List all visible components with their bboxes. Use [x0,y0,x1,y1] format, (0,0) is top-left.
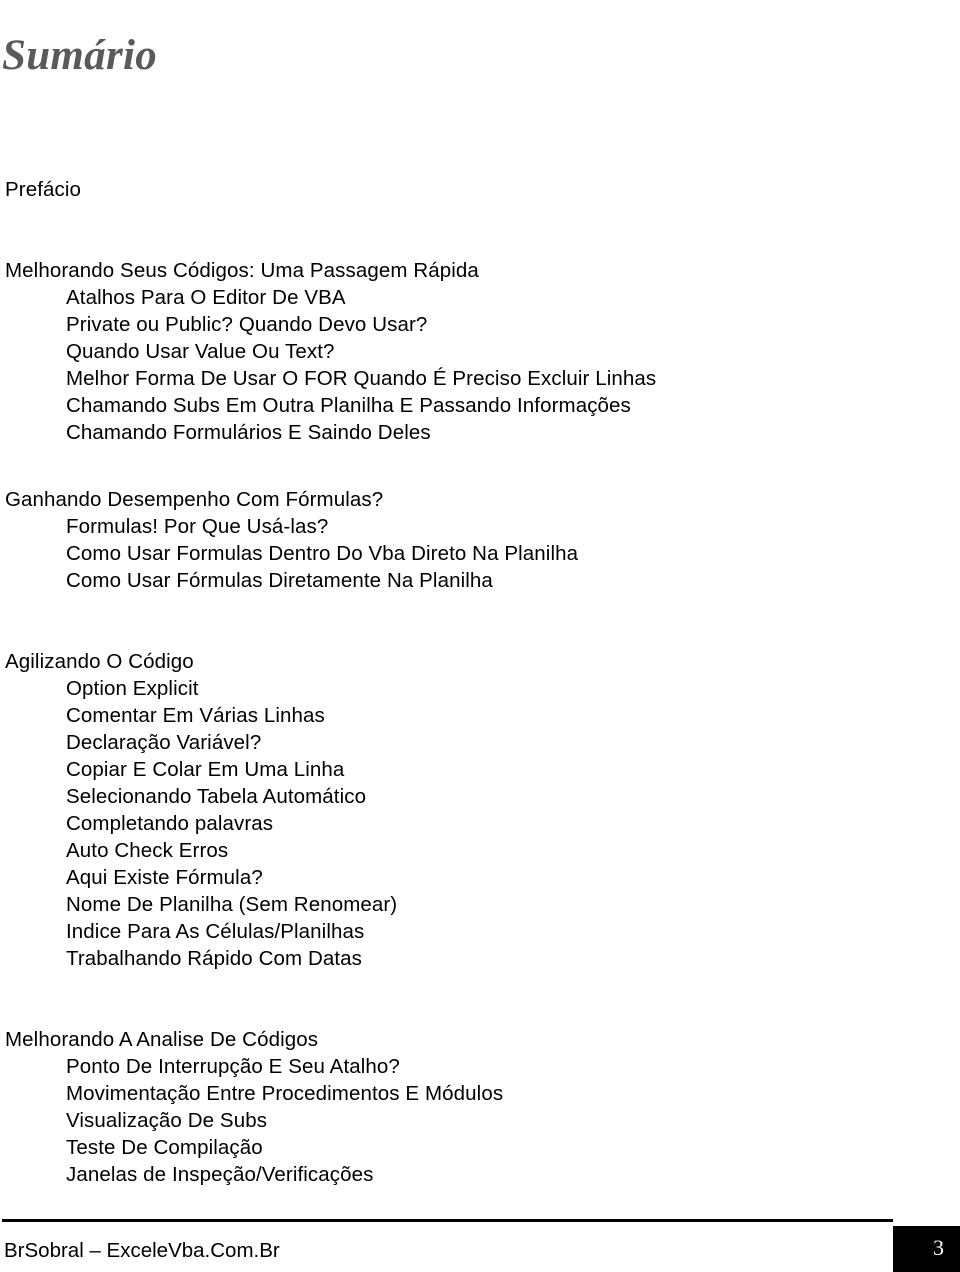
toc-section-melhorando-analise[interactable]: Melhorando A Analise De Códigos [0,1026,930,1053]
document-page: Sumário Prefácio Melhorando Seus Códigos… [0,0,960,1272]
toc-entry-comentar-varias-linhas[interactable]: Comentar Em Várias Linhas [0,702,930,729]
toc-entry-option-explicit[interactable]: Option Explicit [0,675,930,702]
toc-entry-declaracao-variavel[interactable]: Declaração Variável? [0,729,930,756]
page-title: Sumário [2,31,158,79]
toc-entry-janelas-inspecao[interactable]: Janelas de Inspeção/Verificações [0,1161,930,1188]
toc-section-ganhando-desempenho[interactable]: Ganhando Desempenho Com Fórmulas? [0,486,930,513]
toc-entry-prefacio[interactable]: Prefácio [0,176,930,203]
toc-entry-formulas-planilha[interactable]: Como Usar Fórmulas Diretamente Na Planil… [0,567,930,594]
toc-entry-completando-palavras[interactable]: Completando palavras [0,810,930,837]
toc-entry-formulas-vba[interactable]: Como Usar Formulas Dentro Do Vba Direto … [0,540,930,567]
toc-spacer [0,594,930,648]
toc-entry-melhor-for[interactable]: Melhor Forma De Usar O FOR Quando É Prec… [0,365,930,392]
page-number-badge: 3 [893,1226,960,1272]
toc-entry-auto-check-erros[interactable]: Auto Check Erros [0,837,930,864]
toc-entry-chamando-subs[interactable]: Chamando Subs Em Outra Planilha E Passan… [0,392,930,419]
toc-entry-atalhos-vba[interactable]: Atalhos Para O Editor De VBA [0,284,930,311]
toc-section-melhorando-codigos[interactable]: Melhorando Seus Códigos: Uma Passagem Rá… [0,257,930,284]
toc-entry-selecionando-tabela[interactable]: Selecionando Tabela Automático [0,783,930,810]
toc-entry-chamando-formularios[interactable]: Chamando Formulários E Saindo Deles [0,419,930,446]
footer-divider [2,1219,893,1222]
toc-entry-formulas-porque[interactable]: Formulas! Por Que Usá-las? [0,513,930,540]
page-number-label: 3 [933,1235,944,1260]
toc-entry-aqui-existe-formula[interactable]: Aqui Existe Fórmula? [0,864,930,891]
toc-spacer [0,972,930,1026]
toc-spacer [0,203,930,257]
table-of-contents: Prefácio Melhorando Seus Códigos: Uma Pa… [0,176,930,1188]
toc-entry-visualizacao-subs[interactable]: Visualização De Subs [0,1107,930,1134]
page-footer: BrSobral – ExceleVba.Com.Br 3 [0,1219,960,1272]
toc-entry-teste-compilacao[interactable]: Teste De Compilação [0,1134,930,1161]
toc-section-agilizando-codigo[interactable]: Agilizando O Código [0,648,930,675]
toc-entry-nome-planilha[interactable]: Nome De Planilha (Sem Renomear) [0,891,930,918]
toc-spacer [0,446,930,486]
toc-entry-indice-celulas[interactable]: Indice Para As Células/Planilhas [0,918,930,945]
toc-entry-copiar-colar[interactable]: Copiar E Colar Em Uma Linha [0,756,930,783]
toc-entry-trabalhando-datas[interactable]: Trabalhando Rápido Com Datas [0,945,930,972]
toc-entry-value-text[interactable]: Quando Usar Value Ou Text? [0,338,930,365]
toc-entry-private-public[interactable]: Private ou Public? Quando Devo Usar? [0,311,930,338]
footer-site-label: BrSobral – ExceleVba.Com.Br [4,1239,280,1262]
toc-entry-movimentacao-procedimentos[interactable]: Movimentação Entre Procedimentos E Módul… [0,1080,930,1107]
toc-entry-ponto-interrupcao[interactable]: Ponto De Interrupção E Seu Atalho? [0,1053,930,1080]
